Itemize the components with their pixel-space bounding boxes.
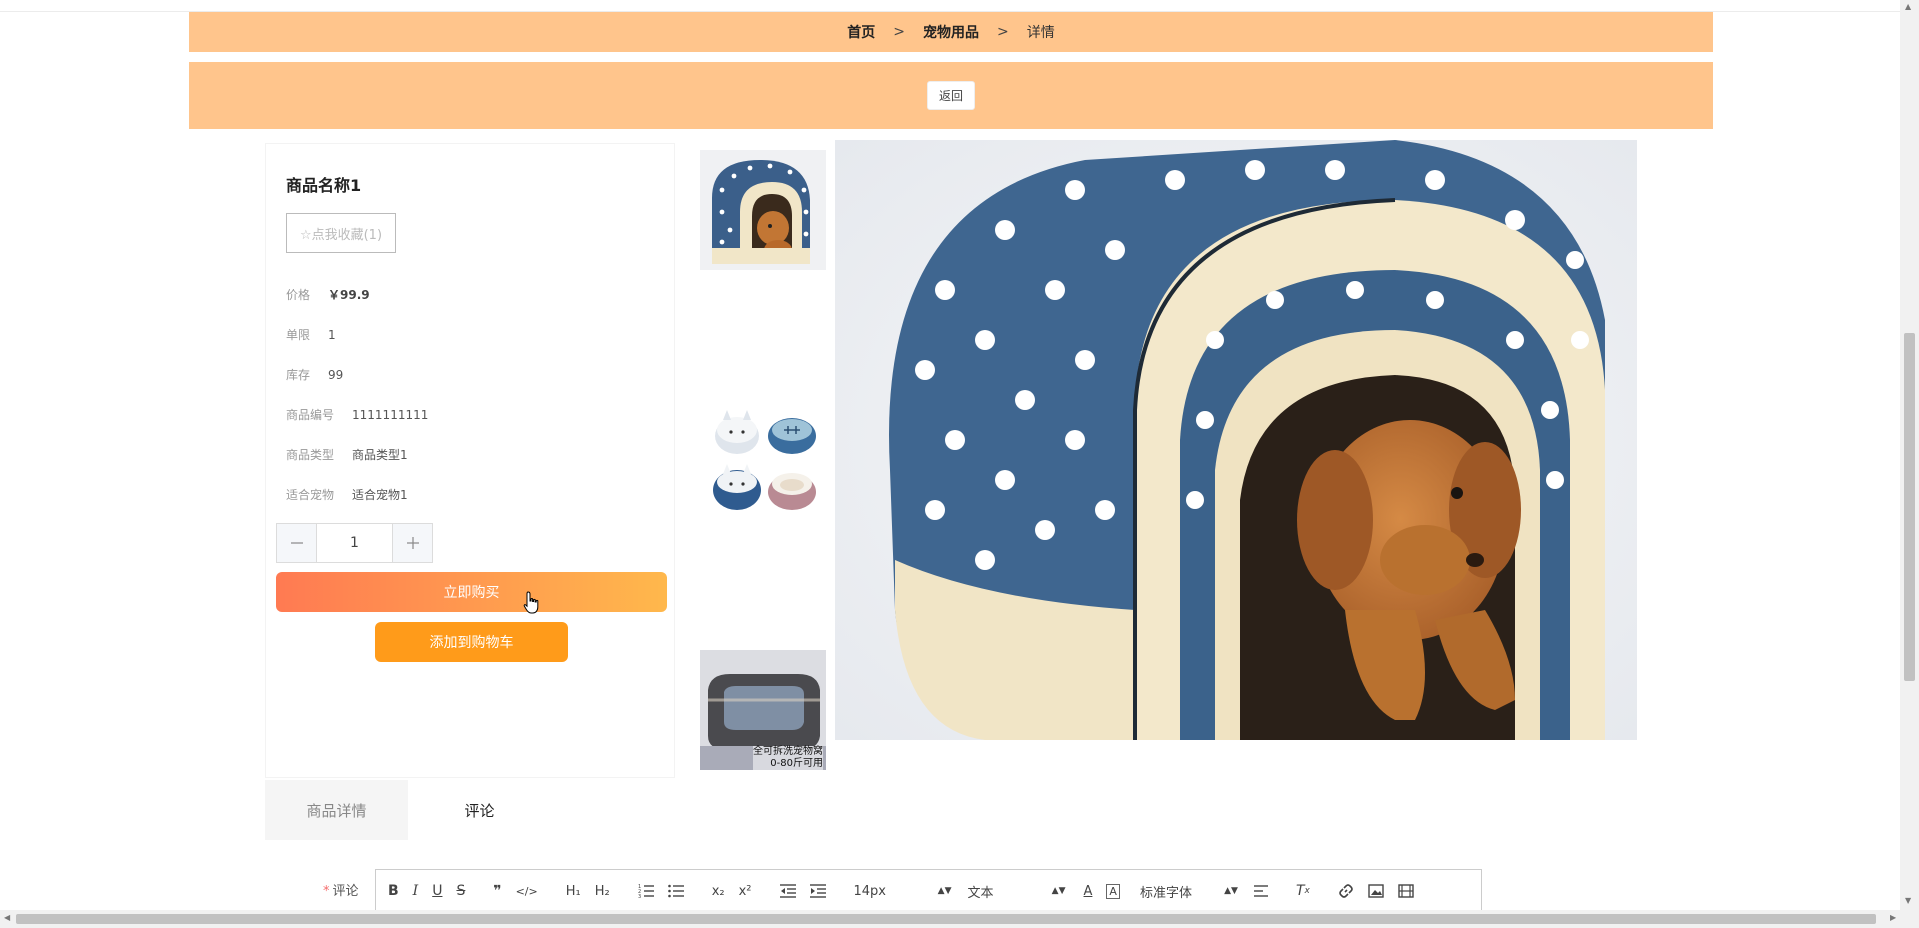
block-type-select[interactable]: 文本 ▲▼ [968,882,1066,901]
limit-field: 单限 1 [286,326,336,343]
code-value: 1111111111 [352,408,429,422]
underline-icon[interactable]: U [432,883,442,899]
ordered-list-icon[interactable]: 123 [638,884,654,898]
font-family-select[interactable]: 标准字体 ▲▼ [1140,882,1238,901]
quantity-input[interactable]: 1 [317,524,392,562]
quantity-stepper: 1 [276,523,433,563]
thumbnail-pet-bed[interactable]: 全可拆洗宠物窝 0-80斤可用 [700,650,826,770]
hand-cursor-icon [523,591,539,614]
plus-icon [406,537,419,549]
select-arrows-icon: ▲▼ [1051,886,1066,896]
main-product-image [835,140,1637,740]
price-field: 价格 ￥99.9 [286,286,370,303]
pet-value: 适合宠物1 [352,488,408,502]
product-tabs: 商品详情 评论 [265,780,1637,840]
indent-icon[interactable] [809,884,826,898]
price-value: ￥99.9 [328,288,370,302]
align-icon[interactable] [1253,885,1268,897]
breadcrumb-category-link[interactable]: 宠物用品 [923,22,979,42]
vertical-scrollbar[interactable]: ▲ ▼ [1900,0,1919,910]
return-button[interactable]: 返回 [926,81,975,110]
breadcrumb-home-link[interactable]: 首页 [847,22,875,42]
heading-2-icon[interactable]: H₂ [595,884,610,899]
block-type-value: 文本 [967,885,994,901]
minus-icon [290,542,303,544]
product-info-panel: 商品名称1 ☆点我收藏(1) 价格 ￥99.9 单限 1 库存 99 商品编号 1111… [265,143,675,778]
font-family-value: 标准字体 [1139,885,1192,901]
link-icon[interactable] [1338,883,1354,899]
font-size-select[interactable]: 14px ▲▼ [854,884,952,899]
decrease-quantity-button[interactable] [277,524,317,562]
type-label: 商品类型 [286,448,335,462]
scroll-down-icon[interactable]: ▼ [1905,896,1911,905]
strikethrough-icon[interactable]: S [456,883,465,899]
svg-text:3: 3 [638,894,641,898]
tab-product-details[interactable]: 商品详情 [265,780,408,840]
video-icon[interactable] [1398,884,1414,898]
comment-label: * 评论 [323,880,359,899]
thumbnail-pet-bowls[interactable] [700,400,826,520]
scroll-right-icon[interactable]: ▶ [1890,913,1896,922]
price-label: 价格 [286,288,311,302]
thumbnail-caption: 全可拆洗宠物窝 0-80斤可用 [753,746,823,770]
outdent-icon[interactable] [779,884,796,898]
vertical-scroll-thumb[interactable] [1904,333,1915,681]
code-field: 商品编号 1111111111 [286,406,428,423]
increase-quantity-button[interactable] [392,524,432,562]
select-arrows-icon: ▲▼ [937,886,952,896]
code-label: 商品编号 [286,408,335,422]
stock-value: 99 [328,368,344,382]
editor-toolbar: B I U S ❞ </> H₁ H₂ 123 x₂ x² 14px ▲▼ 文本 ▲… [375,869,1482,913]
pet-house-main-image [835,140,1637,740]
bullet-list-icon[interactable] [667,884,684,898]
tab-comments[interactable]: 评论 [408,780,551,840]
stock-field: 库存 99 [286,366,343,383]
select-arrows-icon: ▲▼ [1224,886,1238,896]
required-mark: * [323,884,330,899]
breadcrumb: 首页 > 宠物用品 > 详情 [189,12,1713,52]
breadcrumb-separator: > [893,24,905,40]
limit-label: 单限 [286,328,311,342]
scroll-left-icon[interactable]: ◀ [4,913,10,922]
font-color-icon[interactable]: A [1084,884,1093,899]
comment-label-text: 评论 [332,884,359,899]
italic-icon[interactable]: I [413,883,419,899]
pet-field: 适合宠物 适合宠物1 [286,486,408,503]
breadcrumb-current: 详情 [1026,25,1055,41]
pet-bowls-thumbnail-image [700,400,826,520]
favorite-button[interactable]: ☆点我收藏(1) [286,213,396,253]
type-field: 商品类型 商品类型1 [286,446,408,463]
font-size-value: 14px [853,883,887,899]
subscript-icon[interactable]: x₂ [712,884,725,899]
page: 首页 > 宠物用品 > 详情 返回 商品名称1 ☆点我收藏(1) 价格 ￥99.9… [0,0,1919,928]
top-strip [0,0,1900,12]
type-value: 商品类型1 [352,448,408,462]
heading-1-icon[interactable]: H₁ [566,884,581,899]
thumbnail-pet-house[interactable] [700,150,826,270]
product-title: 商品名称1 [286,176,362,195]
pet-label: 适合宠物 [286,488,335,502]
buy-now-button[interactable]: 立即购买 [276,572,667,612]
return-bar: 返回 [189,62,1713,129]
thumbnail-caption-line2: 0-80斤可用 [770,758,823,769]
code-block-icon[interactable]: </> [516,885,538,898]
clear-format-icon[interactable]: Tx [1296,883,1310,899]
background-color-icon[interactable]: A [1106,883,1120,899]
image-icon[interactable] [1368,884,1384,898]
superscript-icon[interactable]: x² [739,884,752,899]
horizontal-scroll-thumb[interactable] [16,914,1876,924]
blockquote-icon[interactable]: ❞ [493,883,501,899]
pet-house-thumbnail-image [700,150,826,270]
bold-icon[interactable]: B [388,883,399,899]
horizontal-scrollbar[interactable]: ◀ ▶ [0,910,1919,928]
breadcrumb-separator: > [997,24,1009,40]
scroll-up-icon[interactable]: ▲ [1905,2,1911,11]
thumbnail-caption-line1: 全可拆洗宠物窝 [753,746,823,757]
stock-label: 库存 [286,368,311,382]
add-to-cart-button[interactable]: 添加到购物车 [375,622,568,662]
limit-value: 1 [328,328,336,342]
